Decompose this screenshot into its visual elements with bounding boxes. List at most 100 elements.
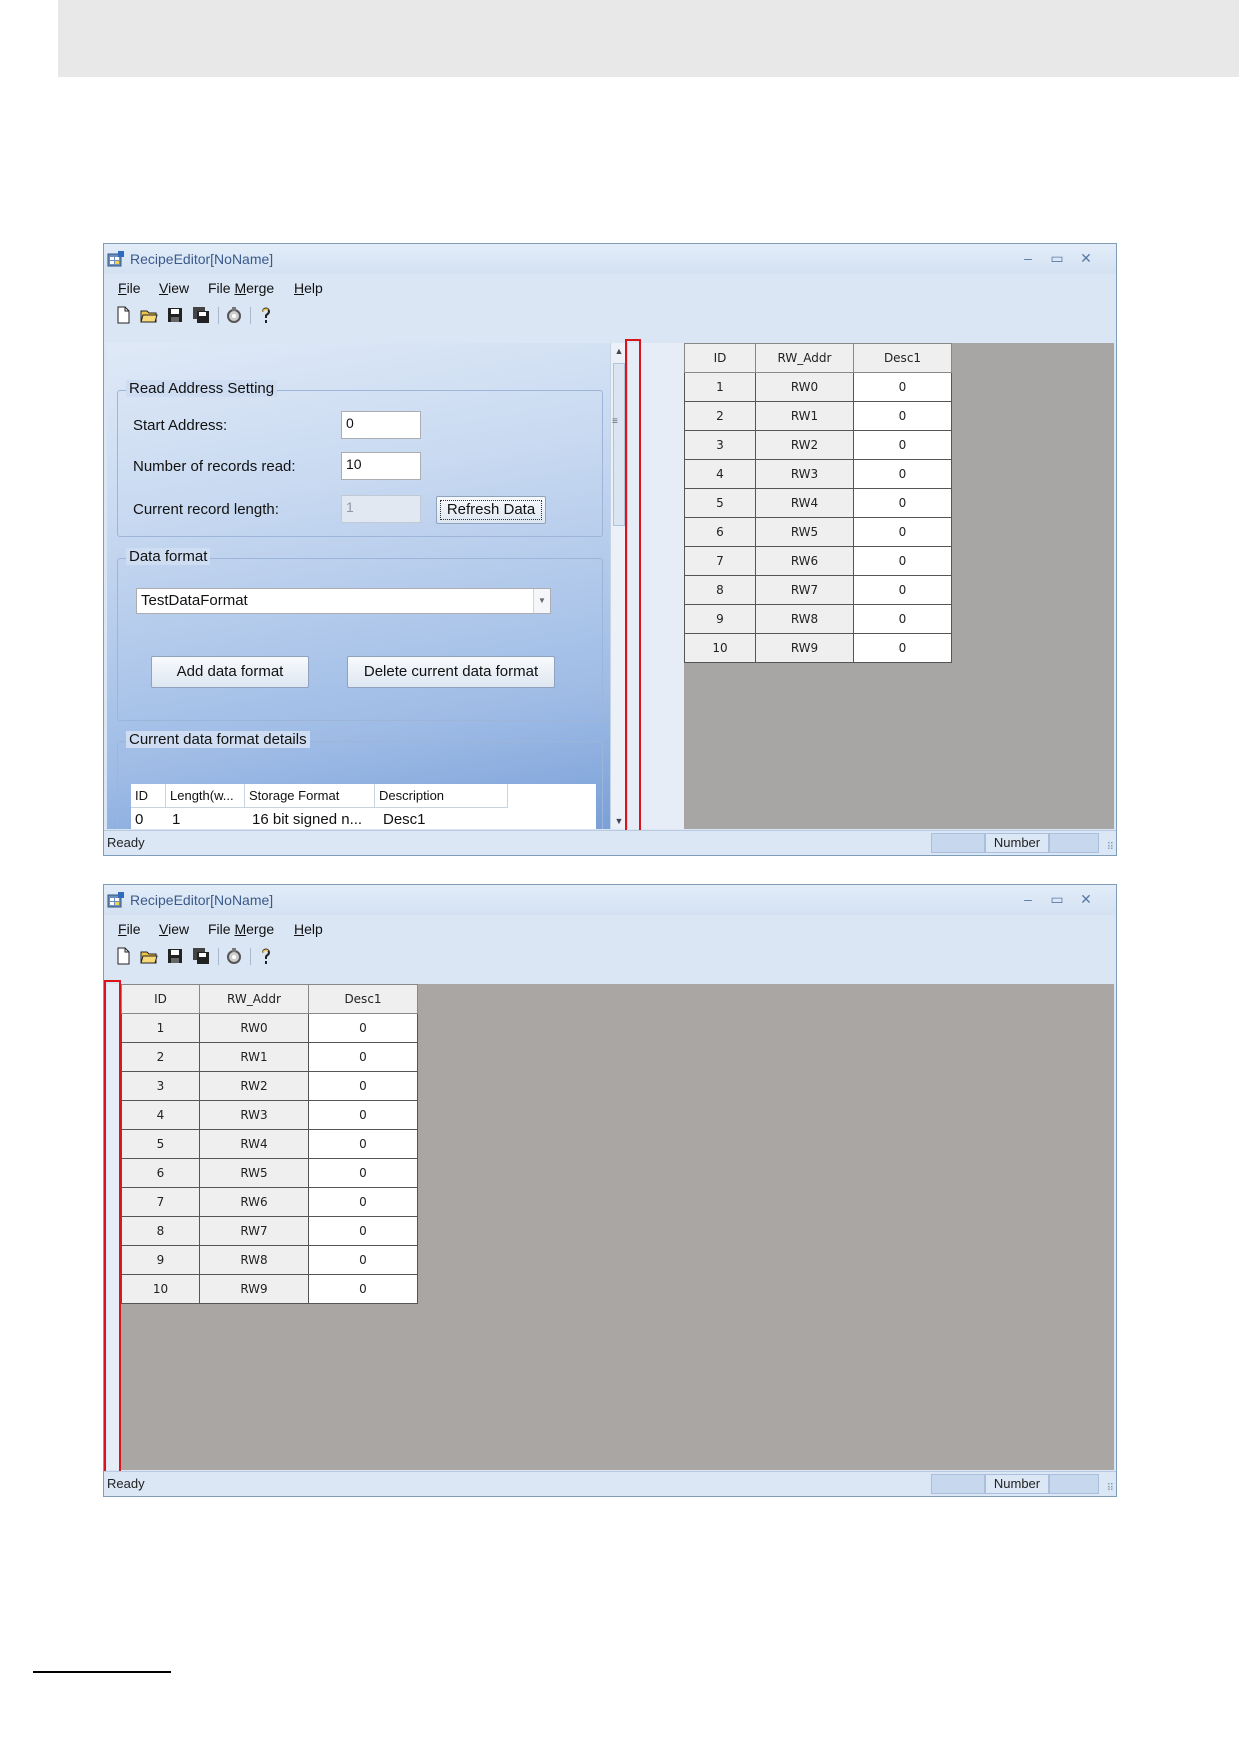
cell-desc1[interactable]: 0 [853, 604, 952, 634]
cell-desc1[interactable]: 0 [853, 633, 952, 663]
cell-desc1[interactable]: 0 [853, 517, 952, 547]
cell-desc1[interactable]: 0 [308, 1042, 418, 1072]
data-format-select[interactable]: TestDataFormat ▼ [136, 588, 551, 614]
menu-view[interactable]: View [159, 921, 189, 937]
cell-id[interactable]: 10 [121, 1274, 200, 1304]
column-header-id[interactable]: ID [121, 984, 200, 1014]
column-header-rw-addr[interactable]: RW_Addr [199, 984, 309, 1014]
resize-grip-icon[interactable]: ⠿ [1107, 1483, 1114, 1494]
menu-view[interactable]: View [159, 280, 189, 296]
close-button[interactable]: ✕ [1075, 889, 1097, 909]
chevron-down-icon[interactable]: ▼ [533, 589, 550, 613]
save-icon[interactable] [165, 946, 185, 966]
cell-desc1[interactable]: 0 [853, 372, 952, 402]
cell-desc1[interactable]: 0 [853, 430, 952, 460]
open-folder-icon[interactable] [139, 305, 159, 325]
cell-rw-addr[interactable]: RW4 [755, 488, 854, 518]
cell-id[interactable]: 4 [684, 459, 756, 489]
cell-rw-addr[interactable]: RW3 [755, 459, 854, 489]
cell-id[interactable]: 4 [121, 1100, 200, 1130]
column-header-desc1[interactable]: Desc1 [853, 343, 952, 373]
menu-file-merge[interactable]: File Merge [208, 280, 274, 296]
cell-desc1[interactable]: 0 [308, 1187, 418, 1217]
settings-icon[interactable] [224, 305, 244, 325]
scroll-thumb[interactable] [613, 363, 625, 526]
cell-rw-addr[interactable]: RW7 [755, 575, 854, 605]
settings-icon[interactable] [224, 946, 244, 966]
cell-id[interactable]: 1 [121, 1013, 200, 1043]
cell-rw-addr[interactable]: RW1 [755, 401, 854, 431]
cell-id[interactable]: 3 [684, 430, 756, 460]
cell-rw-addr[interactable]: RW7 [199, 1216, 309, 1246]
cell-rw-addr[interactable]: RW8 [199, 1245, 309, 1275]
cell-id[interactable]: 7 [121, 1187, 200, 1217]
column-header-storage-format[interactable]: Storage Format [245, 784, 375, 808]
new-file-icon[interactable] [113, 946, 133, 966]
cell-rw-addr[interactable]: RW2 [755, 430, 854, 460]
save-icon[interactable] [165, 305, 185, 325]
cell-rw-addr[interactable]: RW5 [199, 1158, 309, 1188]
cell-rw-addr[interactable]: RW9 [755, 633, 854, 663]
cell-desc1[interactable]: 0 [308, 1129, 418, 1159]
cell-rw-addr[interactable]: RW9 [199, 1274, 309, 1304]
delete-data-format-button[interactable]: Delete current data format [347, 656, 555, 688]
minimize-button[interactable]: – [1017, 248, 1039, 268]
refresh-data-button[interactable]: Refresh Data [436, 496, 546, 524]
cell-rw-addr[interactable]: RW5 [755, 517, 854, 547]
cell-id[interactable]: 5 [121, 1129, 200, 1159]
num-records-input[interactable]: 10 [341, 452, 421, 480]
cell-rw-addr[interactable]: RW1 [199, 1042, 309, 1072]
menu-file[interactable]: File [118, 921, 141, 937]
column-header-rw-addr[interactable]: RW_Addr [755, 343, 854, 373]
maximize-button[interactable]: ▭ [1046, 889, 1068, 909]
new-file-icon[interactable] [113, 305, 133, 325]
cell-rw-addr[interactable]: RW0 [755, 372, 854, 402]
add-data-format-button[interactable]: Add data format [151, 656, 309, 688]
help-icon[interactable] [256, 946, 276, 966]
cell-desc1[interactable]: 0 [853, 546, 952, 576]
cell-desc1[interactable]: 0 [308, 1100, 418, 1130]
cell-desc1[interactable]: 0 [853, 488, 952, 518]
cell-desc1[interactable]: 0 [308, 1158, 418, 1188]
cell-rw-addr[interactable]: RW3 [199, 1100, 309, 1130]
menu-help[interactable]: Help [294, 921, 323, 937]
cell-desc1[interactable]: 0 [853, 459, 952, 489]
menu-file[interactable]: File [118, 280, 141, 296]
splitter-highlight-box[interactable] [625, 339, 641, 834]
cell-id[interactable]: 7 [684, 546, 756, 576]
cell-rw-addr[interactable]: RW2 [199, 1071, 309, 1101]
cell-id[interactable]: 10 [684, 633, 756, 663]
menu-help[interactable]: Help [294, 280, 323, 296]
save-all-icon[interactable] [191, 946, 211, 966]
cell-desc1[interactable]: 0 [308, 1245, 418, 1275]
resize-grip-icon[interactable]: ⠿ [1107, 842, 1114, 853]
maximize-button[interactable]: ▭ [1046, 248, 1068, 268]
cell-rw-addr[interactable]: RW6 [199, 1187, 309, 1217]
cell-rw-addr[interactable]: RW0 [199, 1013, 309, 1043]
splitter-highlight-box[interactable] [104, 980, 121, 1475]
start-address-input[interactable]: 0 [341, 411, 421, 439]
cell-desc1[interactable]: 0 [308, 1216, 418, 1246]
cell-desc1[interactable]: 0 [853, 401, 952, 431]
help-icon[interactable] [256, 305, 276, 325]
column-header-desc1[interactable]: Desc1 [308, 984, 418, 1014]
menu-file-merge[interactable]: File Merge [208, 921, 274, 937]
save-all-icon[interactable] [191, 305, 211, 325]
column-header-id[interactable]: ID [684, 343, 756, 373]
open-folder-icon[interactable] [139, 946, 159, 966]
cell-id[interactable]: 9 [121, 1245, 200, 1275]
cell-desc1[interactable]: 0 [308, 1071, 418, 1101]
minimize-button[interactable]: – [1017, 889, 1039, 909]
format-details-list[interactable]: ID Length(w... Storage Format Descriptio… [131, 784, 596, 829]
cell-id[interactable]: 8 [684, 575, 756, 605]
cell-id[interactable]: 2 [684, 401, 756, 431]
column-header-id[interactable]: ID [131, 784, 166, 808]
cell-id[interactable]: 5 [684, 488, 756, 518]
cell-desc1[interactable]: 0 [308, 1013, 418, 1043]
column-header-length[interactable]: Length(w... [166, 784, 245, 808]
cell-id[interactable]: 9 [684, 604, 756, 634]
cell-id[interactable]: 6 [121, 1158, 200, 1188]
cell-id[interactable]: 3 [121, 1071, 200, 1101]
close-button[interactable]: ✕ [1075, 248, 1097, 268]
cell-rw-addr[interactable]: RW6 [755, 546, 854, 576]
